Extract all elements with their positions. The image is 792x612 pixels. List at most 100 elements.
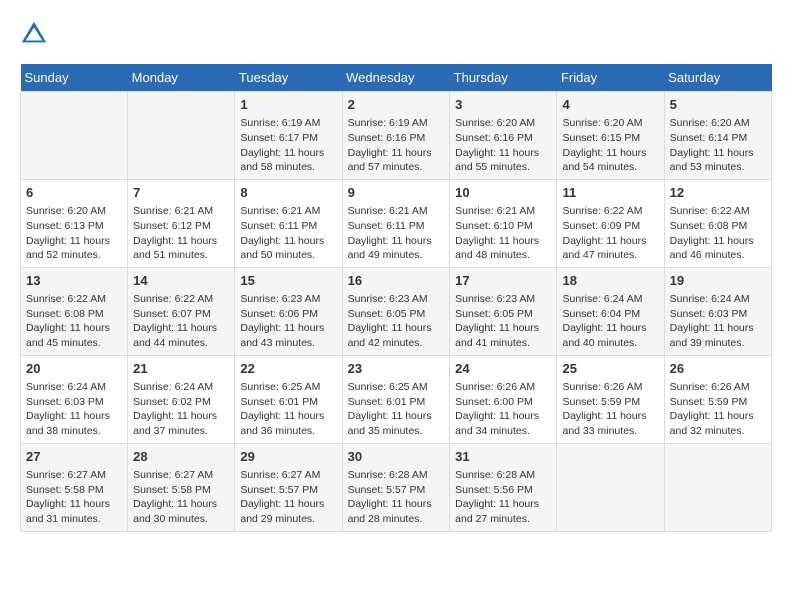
calendar-cell: 14 Sunrise: 6:22 AM Sunset: 6:07 PM Dayli… bbox=[128, 267, 235, 355]
calendar-cell: 17 Sunrise: 6:23 AM Sunset: 6:05 PM Dayli… bbox=[450, 267, 557, 355]
days-header-row: SundayMondayTuesdayWednesdayThursdayFrid… bbox=[21, 64, 772, 92]
day-header-saturday: Saturday bbox=[664, 64, 771, 92]
day-header-thursday: Thursday bbox=[450, 64, 557, 92]
cell-content: Sunrise: 6:27 AM Sunset: 5:57 PM Dayligh… bbox=[240, 468, 336, 527]
calendar-week-4: 20Sunrise: 6:24 AM Sunset: 6:03 PM Dayli… bbox=[21, 355, 772, 443]
calendar-week-2: 6 Sunrise: 6:20 AM Sunset: 6:13 PM Daylig… bbox=[21, 179, 772, 267]
calendar-cell: 29 Sunrise: 6:27 AM Sunset: 5:57 PM Dayli… bbox=[235, 443, 342, 531]
calendar-cell: 23 Sunrise: 6:25 AM Sunset: 6:01 PM Dayli… bbox=[342, 355, 450, 443]
day-number: 29 bbox=[240, 448, 336, 466]
cell-content: Sunrise: 6:22 AM Sunset: 6:07 PM Dayligh… bbox=[133, 292, 229, 351]
day-number: 6 bbox=[26, 184, 122, 202]
cell-content: Sunrise: 6:28 AM Sunset: 5:57 PM Dayligh… bbox=[348, 468, 445, 527]
day-header-friday: Friday bbox=[557, 64, 664, 92]
day-header-monday: Monday bbox=[128, 64, 235, 92]
day-number: 21 bbox=[133, 360, 229, 378]
cell-content: Sunrise: 6:20 AM Sunset: 6:16 PM Dayligh… bbox=[455, 116, 551, 175]
calendar-cell: 15Sunrise: 6:23 AM Sunset: 6:06 PM Dayli… bbox=[235, 267, 342, 355]
calendar-cell: 4 Sunrise: 6:20 AM Sunset: 6:15 PM Daylig… bbox=[557, 92, 664, 180]
day-number: 8 bbox=[240, 184, 336, 202]
cell-content: Sunrise: 6:23 AM Sunset: 6:05 PM Dayligh… bbox=[455, 292, 551, 351]
cell-content: Sunrise: 6:21 AM Sunset: 6:12 PM Dayligh… bbox=[133, 204, 229, 263]
calendar-cell: 12Sunrise: 6:22 AM Sunset: 6:08 PM Dayli… bbox=[664, 179, 771, 267]
day-header-wednesday: Wednesday bbox=[342, 64, 450, 92]
calendar-cell: 11 Sunrise: 6:22 AM Sunset: 6:09 PM Dayli… bbox=[557, 179, 664, 267]
day-number: 20 bbox=[26, 360, 122, 378]
cell-content: Sunrise: 6:23 AM Sunset: 6:06 PM Dayligh… bbox=[240, 292, 336, 351]
calendar-cell: 31Sunrise: 6:28 AM Sunset: 5:56 PM Dayli… bbox=[450, 443, 557, 531]
day-number: 12 bbox=[670, 184, 766, 202]
day-header-tuesday: Tuesday bbox=[235, 64, 342, 92]
cell-content: Sunrise: 6:19 AM Sunset: 6:17 PM Dayligh… bbox=[240, 116, 336, 175]
calendar-cell bbox=[557, 443, 664, 531]
cell-content: Sunrise: 6:25 AM Sunset: 6:01 PM Dayligh… bbox=[348, 380, 445, 439]
day-number: 30 bbox=[348, 448, 445, 466]
cell-content: Sunrise: 6:20 AM Sunset: 6:13 PM Dayligh… bbox=[26, 204, 122, 263]
calendar-cell: 19Sunrise: 6:24 AM Sunset: 6:03 PM Dayli… bbox=[664, 267, 771, 355]
day-number: 27 bbox=[26, 448, 122, 466]
calendar-cell: 8 Sunrise: 6:21 AM Sunset: 6:11 PM Daylig… bbox=[235, 179, 342, 267]
day-number: 28 bbox=[133, 448, 229, 466]
cell-content: Sunrise: 6:27 AM Sunset: 5:58 PM Dayligh… bbox=[26, 468, 122, 527]
calendar-cell: 26Sunrise: 6:26 AM Sunset: 5:59 PM Dayli… bbox=[664, 355, 771, 443]
calendar-cell: 13 Sunrise: 6:22 AM Sunset: 6:08 PM Dayli… bbox=[21, 267, 128, 355]
calendar-cell: 7 Sunrise: 6:21 AM Sunset: 6:12 PM Daylig… bbox=[128, 179, 235, 267]
day-number: 10 bbox=[455, 184, 551, 202]
day-number: 18 bbox=[562, 272, 658, 290]
day-number: 17 bbox=[455, 272, 551, 290]
logo bbox=[20, 20, 52, 48]
cell-content: Sunrise: 6:24 AM Sunset: 6:04 PM Dayligh… bbox=[562, 292, 658, 351]
day-number: 5 bbox=[670, 96, 766, 114]
cell-content: Sunrise: 6:26 AM Sunset: 6:00 PM Dayligh… bbox=[455, 380, 551, 439]
day-number: 1 bbox=[240, 96, 336, 114]
calendar-cell: 2 Sunrise: 6:19 AM Sunset: 6:16 PM Daylig… bbox=[342, 92, 450, 180]
page-header bbox=[20, 20, 772, 48]
calendar-week-3: 13 Sunrise: 6:22 AM Sunset: 6:08 PM Dayli… bbox=[21, 267, 772, 355]
cell-content: Sunrise: 6:20 AM Sunset: 6:15 PM Dayligh… bbox=[562, 116, 658, 175]
day-number: 13 bbox=[26, 272, 122, 290]
day-number: 24 bbox=[455, 360, 551, 378]
cell-content: Sunrise: 6:26 AM Sunset: 5:59 PM Dayligh… bbox=[562, 380, 658, 439]
calendar-cell: 24 Sunrise: 6:26 AM Sunset: 6:00 PM Dayli… bbox=[450, 355, 557, 443]
day-number: 4 bbox=[562, 96, 658, 114]
cell-content: Sunrise: 6:24 AM Sunset: 6:03 PM Dayligh… bbox=[670, 292, 766, 351]
cell-content: Sunrise: 6:21 AM Sunset: 6:11 PM Dayligh… bbox=[348, 204, 445, 263]
calendar-cell: 16 Sunrise: 6:23 AM Sunset: 6:05 PM Dayli… bbox=[342, 267, 450, 355]
day-number: 23 bbox=[348, 360, 445, 378]
cell-content: Sunrise: 6:22 AM Sunset: 6:09 PM Dayligh… bbox=[562, 204, 658, 263]
calendar-cell: 6 Sunrise: 6:20 AM Sunset: 6:13 PM Daylig… bbox=[21, 179, 128, 267]
day-number: 31 bbox=[455, 448, 551, 466]
cell-content: Sunrise: 6:25 AM Sunset: 6:01 PM Dayligh… bbox=[240, 380, 336, 439]
calendar-cell bbox=[128, 92, 235, 180]
calendar-cell bbox=[21, 92, 128, 180]
calendar-cell: 20Sunrise: 6:24 AM Sunset: 6:03 PM Dayli… bbox=[21, 355, 128, 443]
cell-content: Sunrise: 6:19 AM Sunset: 6:16 PM Dayligh… bbox=[348, 116, 445, 175]
calendar-table: SundayMondayTuesdayWednesdayThursdayFrid… bbox=[20, 64, 772, 532]
cell-content: Sunrise: 6:22 AM Sunset: 6:08 PM Dayligh… bbox=[26, 292, 122, 351]
cell-content: Sunrise: 6:21 AM Sunset: 6:10 PM Dayligh… bbox=[455, 204, 551, 263]
calendar-cell: 3 Sunrise: 6:20 AM Sunset: 6:16 PM Daylig… bbox=[450, 92, 557, 180]
calendar-cell: 1 Sunrise: 6:19 AM Sunset: 6:17 PM Daylig… bbox=[235, 92, 342, 180]
day-number: 3 bbox=[455, 96, 551, 114]
day-number: 7 bbox=[133, 184, 229, 202]
logo-icon bbox=[20, 20, 48, 48]
day-number: 22 bbox=[240, 360, 336, 378]
calendar-cell: 18 Sunrise: 6:24 AM Sunset: 6:04 PM Dayli… bbox=[557, 267, 664, 355]
calendar-cell: 21Sunrise: 6:24 AM Sunset: 6:02 PM Dayli… bbox=[128, 355, 235, 443]
cell-content: Sunrise: 6:21 AM Sunset: 6:11 PM Dayligh… bbox=[240, 204, 336, 263]
day-number: 14 bbox=[133, 272, 229, 290]
calendar-cell: 28 Sunrise: 6:27 AM Sunset: 5:58 PM Dayli… bbox=[128, 443, 235, 531]
calendar-cell: 27 Sunrise: 6:27 AM Sunset: 5:58 PM Dayli… bbox=[21, 443, 128, 531]
calendar-cell: 30 Sunrise: 6:28 AM Sunset: 5:57 PM Dayli… bbox=[342, 443, 450, 531]
cell-content: Sunrise: 6:27 AM Sunset: 5:58 PM Dayligh… bbox=[133, 468, 229, 527]
calendar-cell: 22 Sunrise: 6:25 AM Sunset: 6:01 PM Dayli… bbox=[235, 355, 342, 443]
day-number: 25 bbox=[562, 360, 658, 378]
calendar-cell: 10 Sunrise: 6:21 AM Sunset: 6:10 PM Dayli… bbox=[450, 179, 557, 267]
calendar-week-5: 27 Sunrise: 6:27 AM Sunset: 5:58 PM Dayli… bbox=[21, 443, 772, 531]
calendar-cell: 9Sunrise: 6:21 AM Sunset: 6:11 PM Daylig… bbox=[342, 179, 450, 267]
day-number: 11 bbox=[562, 184, 658, 202]
day-number: 16 bbox=[348, 272, 445, 290]
cell-content: Sunrise: 6:23 AM Sunset: 6:05 PM Dayligh… bbox=[348, 292, 445, 351]
day-number: 2 bbox=[348, 96, 445, 114]
cell-content: Sunrise: 6:26 AM Sunset: 5:59 PM Dayligh… bbox=[670, 380, 766, 439]
